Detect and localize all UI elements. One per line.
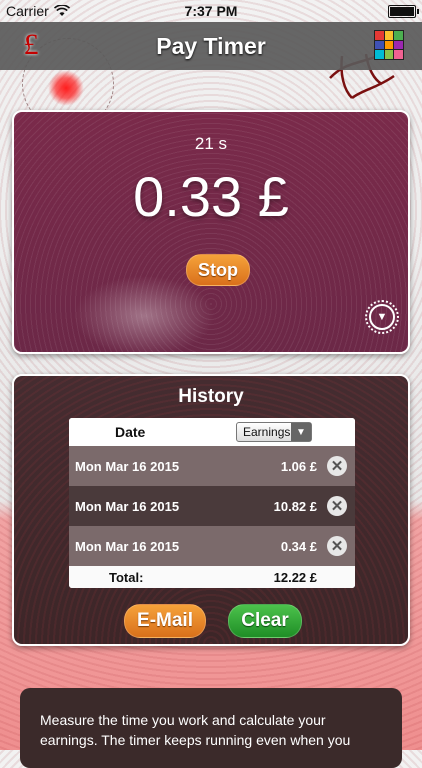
- grid-square: [384, 40, 394, 50]
- row-date: Mon Mar 16 2015: [75, 538, 180, 554]
- sort-select[interactable]: Earnings ▼: [236, 422, 312, 442]
- red-glow-decoration: [48, 70, 84, 106]
- pound-icon[interactable]: £: [16, 28, 46, 62]
- grid-square: [394, 50, 403, 59]
- row-earnings: 1.06 £: [280, 458, 317, 474]
- history-panel: History Date Earnings ▼ Mon Mar 16 2015 …: [12, 374, 410, 646]
- row-earnings: 0.34 £: [280, 538, 317, 554]
- sort-select-value: Earnings: [243, 425, 291, 439]
- delete-icon[interactable]: ✕: [327, 456, 347, 476]
- delete-icon[interactable]: ✕: [327, 496, 347, 516]
- history-table: Date Earnings ▼ Mon Mar 16 2015 1.06 £ ✕…: [69, 418, 355, 588]
- grid-square: [394, 40, 403, 50]
- chevron-down-icon: ▼: [291, 423, 311, 441]
- battery-icon: [388, 4, 419, 18]
- table-header: Date Earnings ▼: [69, 418, 355, 446]
- total-value: 12.22 £: [273, 569, 317, 585]
- navigation-bar: £ Pay Timer: [0, 22, 422, 70]
- elapsed-seconds: 21 s: [194, 134, 228, 153]
- delete-icon[interactable]: ✕: [327, 536, 347, 556]
- clear-button[interactable]: Clear: [228, 604, 302, 638]
- grid-square: [375, 50, 384, 59]
- grid-square: [384, 50, 394, 59]
- grid-square: [384, 31, 394, 40]
- column-header-date[interactable]: Date: [115, 424, 145, 440]
- carrier-label: Carrier: [6, 3, 49, 19]
- table-row[interactable]: Mon Mar 16 2015 1.06 £ ✕: [69, 446, 355, 486]
- gear-icon[interactable]: ▼: [365, 300, 399, 334]
- info-box: Measure the time you work and calculate …: [20, 688, 402, 768]
- page-title: Pay Timer: [156, 32, 266, 59]
- status-bar: Carrier 7:37 PM: [0, 0, 422, 22]
- email-button[interactable]: E-Mail: [124, 604, 206, 638]
- wifi-icon: [53, 5, 70, 16]
- earned-amount: 0.33 £: [133, 165, 289, 228]
- carrier-group: Carrier: [6, 3, 70, 19]
- row-date: Mon Mar 16 2015: [75, 498, 180, 514]
- timer-panel: 21 s 0.33 £ Stop ▼: [12, 110, 410, 354]
- table-row[interactable]: Mon Mar 16 2015 10.82 £ ✕: [69, 486, 355, 526]
- total-label: Total:: [109, 569, 144, 585]
- stop-button[interactable]: Stop: [186, 254, 250, 286]
- grid-square: [375, 31, 384, 40]
- grid-square: [375, 40, 384, 50]
- table-total-row: Total: 12.22 £: [69, 566, 355, 588]
- color-grid-icon[interactable]: [374, 30, 404, 60]
- row-date: Mon Mar 16 2015: [75, 458, 180, 474]
- history-title: History: [178, 386, 244, 407]
- table-row[interactable]: Mon Mar 16 2015 0.34 £ ✕: [69, 526, 355, 566]
- info-text: Measure the time you work and calculate …: [40, 712, 351, 748]
- row-earnings: 10.82 £: [273, 498, 317, 514]
- grid-square: [394, 31, 403, 40]
